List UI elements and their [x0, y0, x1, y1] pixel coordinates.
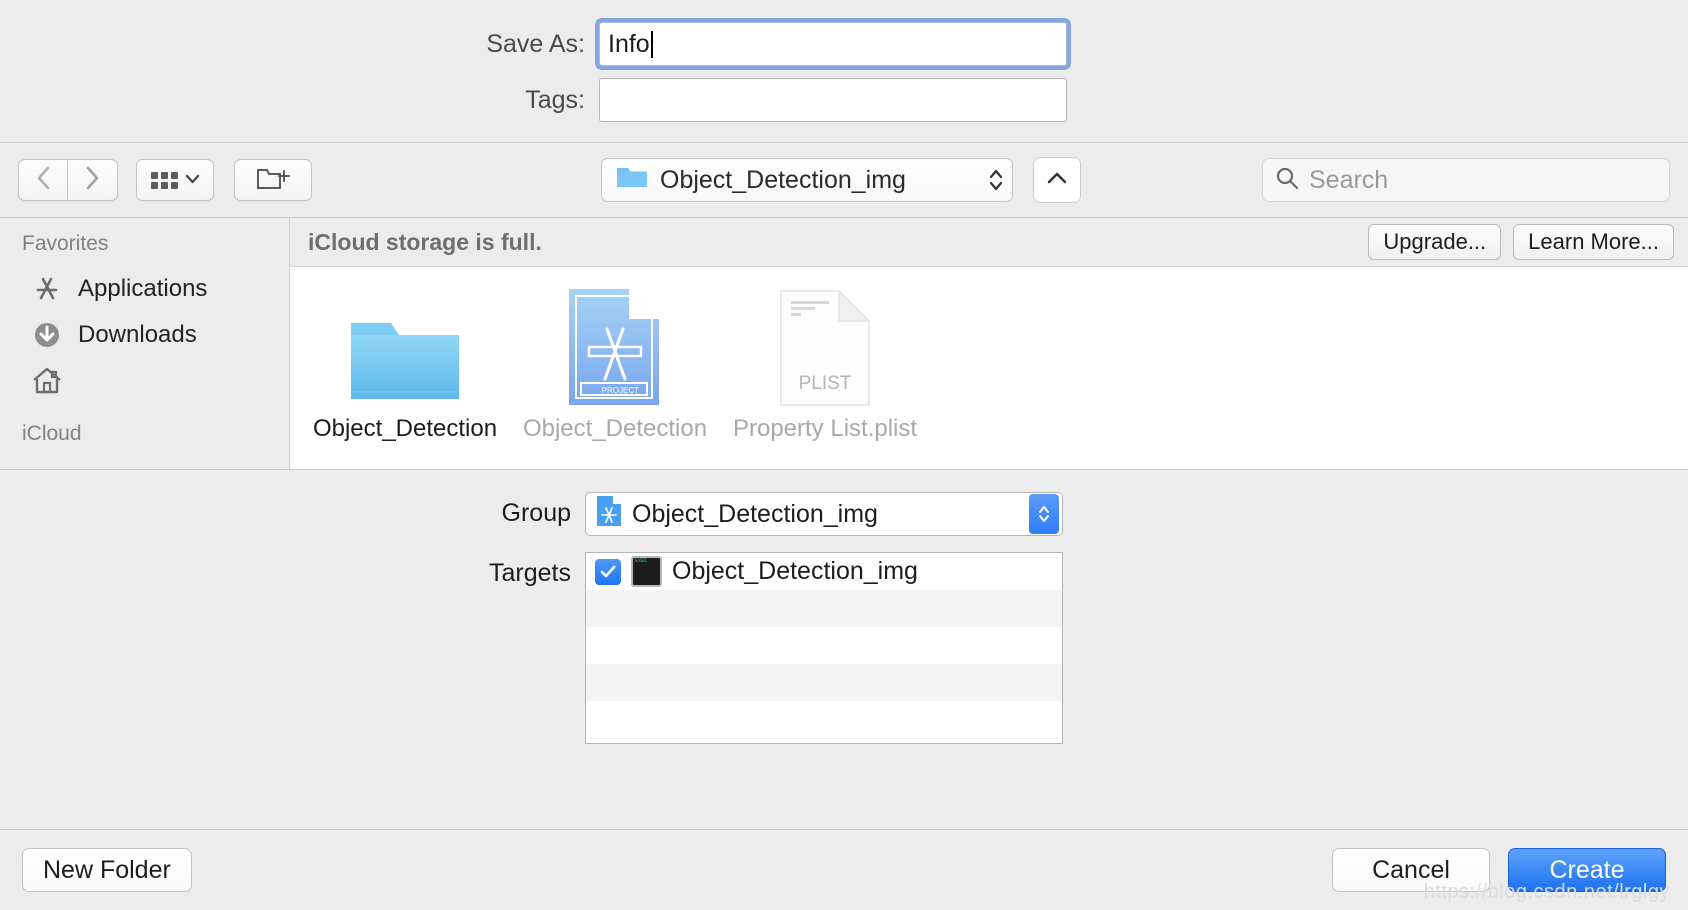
target-name: Object_Detection_img	[672, 557, 918, 585]
chevron-left-icon	[35, 165, 52, 196]
file-label: Property List.plist	[732, 415, 918, 442]
view-options-button[interactable]	[136, 159, 214, 201]
new-folder-toolbar-button[interactable]	[234, 159, 312, 201]
dialog-footer: New Folder Cancel Create	[0, 829, 1688, 910]
exec-target-icon	[631, 556, 662, 587]
icloud-storage-banner: iCloud storage is full. Upgrade... Learn…	[290, 218, 1688, 267]
collapse-panel-button[interactable]	[1033, 157, 1081, 203]
learn-more-button[interactable]: Learn More...	[1513, 224, 1674, 260]
targets-row: Targets Object_Detection_img	[0, 552, 1688, 744]
svg-text:PROJECT: PROJECT	[602, 386, 639, 395]
file-name-section: Save As: Info Tags:	[0, 0, 1688, 143]
xcode-project-icon: PROJECT	[567, 281, 663, 407]
group-row: Group Object_Detection_img	[0, 492, 1688, 536]
tags-input[interactable]	[599, 78, 1067, 122]
sidebar-item-label: Downloads	[78, 321, 197, 348]
text-caret	[650, 30, 653, 58]
downloads-icon	[30, 318, 64, 352]
sidebar-section-favorites-title: Favorites	[22, 232, 109, 255]
icloud-message: iCloud storage is full.	[308, 228, 542, 255]
sidebar-item-home[interactable]	[0, 358, 289, 404]
group-stepper-icon[interactable]	[1029, 494, 1059, 534]
target-empty-row	[586, 701, 1062, 738]
group-popup-button[interactable]: Object_Detection_img	[585, 492, 1063, 536]
blue-folder-icon	[616, 164, 648, 196]
file-icon-grid: Object_Detection PROJECT Object_Detectio…	[290, 267, 1688, 469]
save-as-input[interactable]: Info	[599, 22, 1067, 66]
location-controls: Object_Detection_img	[601, 157, 1081, 203]
applications-icon	[30, 272, 64, 306]
folder-icon	[347, 281, 463, 407]
location-stepper-icon	[988, 166, 1006, 194]
new-folder-button[interactable]: New Folder	[22, 848, 192, 892]
targets-list[interactable]: Object_Detection_img	[585, 552, 1063, 744]
chevron-up-icon	[1046, 171, 1068, 190]
target-list-item[interactable]: Object_Detection_img	[586, 553, 1062, 590]
location-label: Object_Detection_img	[660, 165, 906, 194]
browser-toolbar: Object_Detection_img Search	[0, 143, 1688, 218]
sidebar-item-applications[interactable]: Applications	[0, 266, 289, 312]
sidebar-item-downloads[interactable]: Downloads	[0, 312, 289, 358]
file-item-plist[interactable]: PLIST Property List.plist	[732, 281, 918, 443]
search-field[interactable]: Search	[1262, 158, 1670, 202]
location-popup-button[interactable]: Object_Detection_img	[601, 158, 1013, 202]
icon-view-grid-icon	[150, 171, 178, 189]
sidebar: Favorites Applications Downloads iCloud	[0, 218, 290, 469]
accessory-options: Group Object_Detection_img Targets EXEC …	[0, 470, 1688, 829]
chevron-right-icon	[84, 165, 101, 196]
file-label: Object_Detection	[312, 415, 498, 442]
targets-label: Targets	[489, 559, 571, 587]
cancel-button[interactable]: Cancel	[1332, 848, 1490, 892]
chevron-down-icon	[185, 171, 200, 189]
search-icon	[1275, 166, 1299, 195]
svg-text:PLIST: PLIST	[799, 373, 852, 394]
group-label: Group	[501, 499, 571, 527]
sidebar-item-label: Applications	[78, 275, 208, 302]
forward-button[interactable]	[68, 159, 118, 201]
checkbox-checked-icon[interactable]	[595, 558, 621, 585]
group-value: Object_Detection_img	[632, 499, 878, 528]
tags-label: Tags:	[525, 85, 585, 114]
file-item-folder[interactable]: Object_Detection	[312, 281, 498, 443]
save-as-label: Save As:	[486, 29, 585, 58]
home-icon	[30, 364, 64, 398]
navigation-buttons	[18, 159, 118, 201]
file-item-xcode-project[interactable]: PROJECT Object_Detection	[522, 281, 708, 443]
target-empty-row	[586, 627, 1062, 664]
sidebar-section-icloud-title: iCloud	[22, 422, 82, 445]
save-as-row: Save As: Info	[0, 22, 1688, 66]
xcode-project-small-icon	[596, 495, 622, 534]
target-empty-row	[586, 590, 1062, 627]
new-folder-icon	[256, 164, 290, 197]
plist-document-icon: PLIST	[779, 281, 871, 407]
browser-body: Favorites Applications Downloads iCloud …	[0, 218, 1688, 470]
tags-row: Tags:	[0, 78, 1688, 122]
back-button[interactable]	[18, 159, 68, 201]
target-empty-row	[586, 664, 1062, 701]
save-file-dialog: Save As: Info Tags: Object_Detection_img…	[0, 0, 1688, 910]
save-as-value: Info	[608, 29, 650, 58]
search-placeholder: Search	[1309, 165, 1389, 194]
file-label: Object_Detection	[522, 415, 708, 442]
file-browser-pane: iCloud storage is full. Upgrade... Learn…	[290, 218, 1688, 469]
create-button[interactable]: Create	[1508, 848, 1666, 892]
upgrade-button[interactable]: Upgrade...	[1368, 224, 1502, 260]
